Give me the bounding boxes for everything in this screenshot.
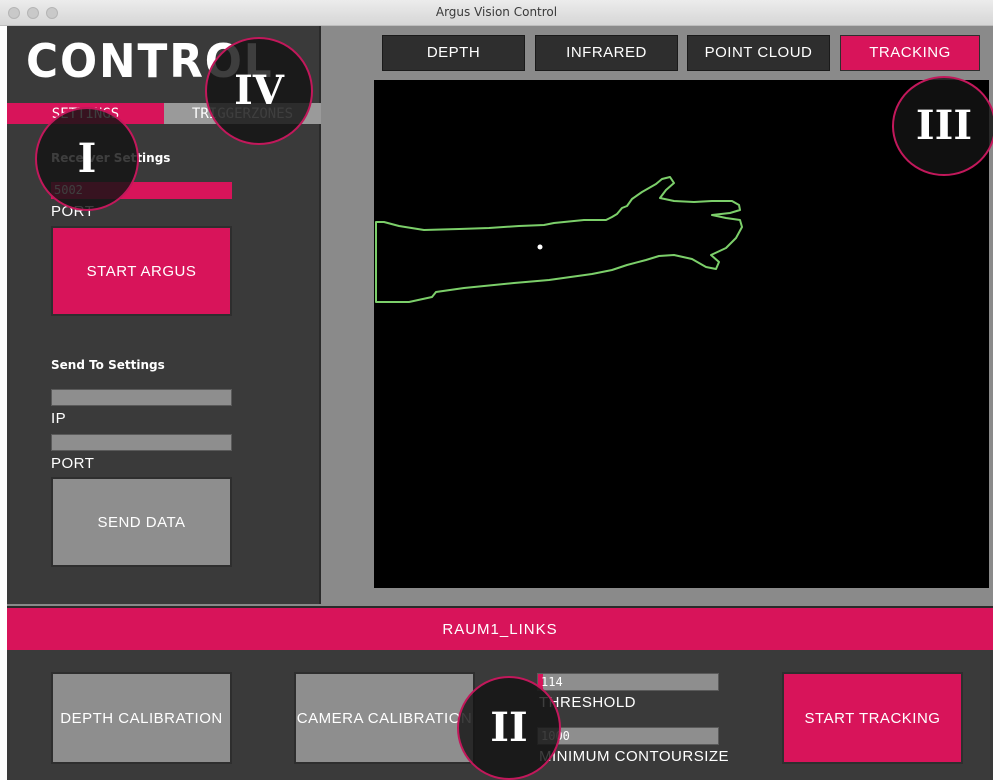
start-argus-label: START ARGUS	[86, 262, 197, 280]
window-titlebar: Argus Vision Control	[0, 0, 993, 26]
annotation-label-i: I	[77, 135, 97, 182]
view-infrared-button[interactable]: INFRARED	[535, 35, 678, 71]
window-title: Argus Vision Control	[435, 5, 558, 19]
annotation-label-iii: III	[915, 102, 973, 149]
threshold-slider[interactable]: 114	[537, 673, 719, 691]
view-depth-label: DEPTH	[426, 44, 481, 61]
view-point-cloud-label: POINT CLOUD	[704, 44, 813, 61]
annotation-label-ii: II	[490, 704, 528, 751]
annotation-marker-ii: II	[457, 676, 561, 780]
view-tracking-button[interactable]: TRACKING	[840, 35, 980, 71]
camera-calibration-label: CAMERA CALIBRATION	[296, 709, 473, 727]
camera-calibration-button[interactable]: CAMERA CALIBRATION	[294, 672, 475, 764]
start-tracking-label: START TRACKING	[804, 709, 941, 727]
tracking-canvas	[375, 176, 743, 303]
contour-size-slider[interactable]: 1000	[537, 727, 719, 745]
send-data-label: SEND DATA	[97, 513, 186, 531]
start-tracking-button[interactable]: START TRACKING	[782, 672, 963, 764]
tracking-viewport[interactable]	[374, 80, 989, 588]
view-infrared-label: INFRARED	[566, 44, 647, 61]
arm-contour	[375, 176, 743, 303]
threshold-value: 114	[541, 675, 563, 689]
scene-name: RAUM1_LINKS	[442, 621, 558, 638]
scene-name-banner: RAUM1_LINKS	[7, 606, 993, 650]
send-port-field[interactable]	[51, 434, 232, 451]
contour-size-label: MINIMUM CONTOURSIZE	[539, 748, 730, 765]
send-ip-field[interactable]	[51, 389, 232, 406]
view-depth-button[interactable]: DEPTH	[382, 35, 525, 71]
annotation-marker-i: I	[35, 107, 139, 211]
view-tracking-label: TRACKING	[869, 44, 951, 61]
tracking-centroid	[537, 244, 543, 250]
annotation-marker-iv: IV	[205, 37, 313, 145]
start-argus-button[interactable]: START ARGUS	[51, 226, 232, 316]
send-to-settings-heading: Send To Settings	[51, 358, 165, 372]
annotation-label-iv: IV	[234, 67, 284, 114]
send-data-button[interactable]: SEND DATA	[51, 477, 232, 567]
view-point-cloud-button[interactable]: POINT CLOUD	[687, 35, 830, 71]
depth-calibration-label: DEPTH CALIBRATION	[60, 709, 223, 727]
depth-calibration-button[interactable]: DEPTH CALIBRATION	[51, 672, 232, 764]
send-port-label: PORT	[51, 455, 95, 472]
send-ip-label: IP	[51, 410, 67, 427]
annotation-marker-iii: III	[892, 76, 993, 176]
